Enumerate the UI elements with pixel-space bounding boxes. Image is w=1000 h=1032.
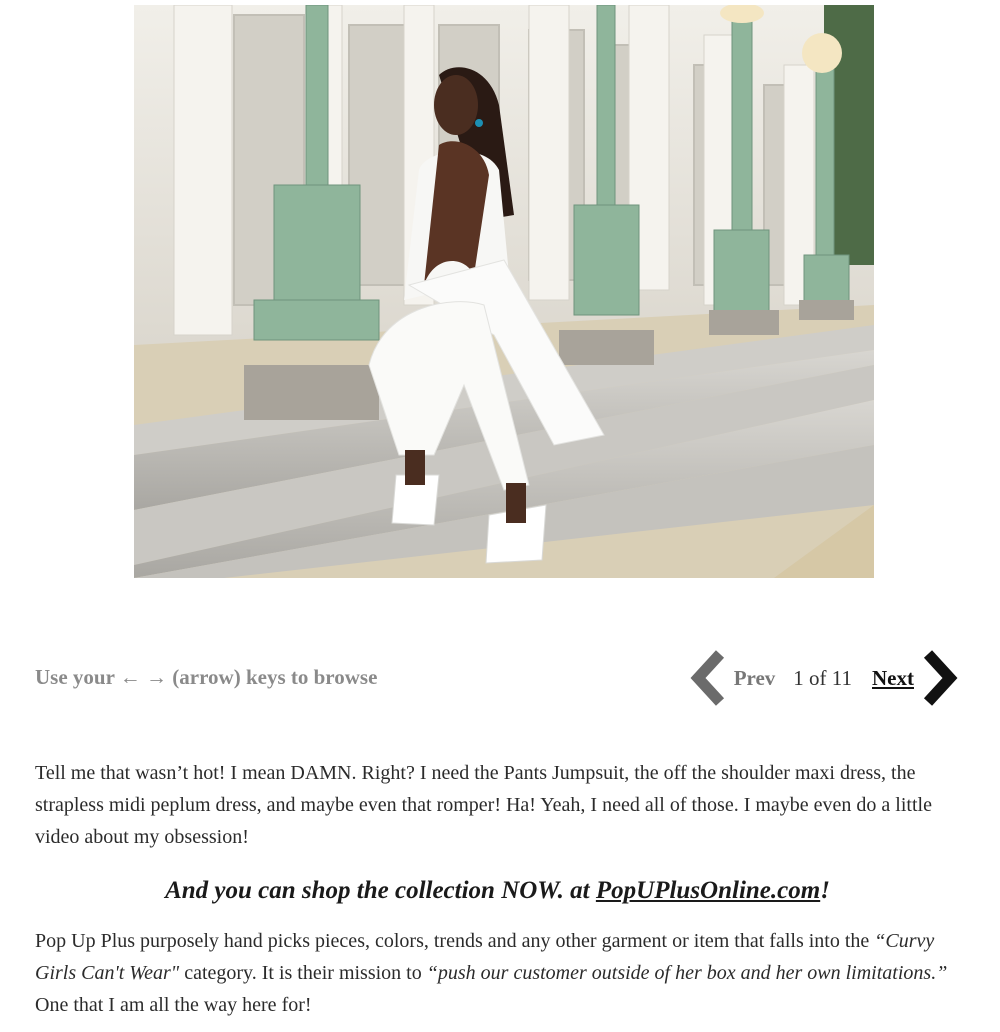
prev-label: Prev [733,665,776,690]
article-paragraph: Tell me that wasn’t hot! I mean DAMN. Ri… [35,762,932,848]
article-paragraph-2: Pop Up Plus purposely hand picks pieces,… [35,925,960,1021]
p2-text-1: Pop Up Plus purposely hand picks pieces,… [35,930,875,952]
browse-hint: Use your ← → (arrow) keys to browse [35,665,378,689]
headline-suffix: ! [820,877,830,904]
next-button[interactable]: Next [872,648,960,708]
next-label: Next [872,665,914,690]
chevron-right-icon [923,650,958,706]
fashion-photo [134,5,874,578]
shop-headline: And you can shop the collection NOW. at … [35,877,960,905]
page-counter: 1 of 11 [793,665,853,690]
shop-link[interactable]: PopUPlusOnline.com [596,877,820,904]
p2-text-2: category. It is their mission to [179,962,427,984]
prev-button[interactable]: Prev [688,648,794,708]
pager: Prev 1 of 11 Next [688,648,960,708]
headline-text: And you can shop the collection NOW. at [165,877,596,904]
p2-quote-2: “push our customer outside of her box an… [426,962,948,984]
gallery-navigation: Use your ← → (arrow) keys to browse Prev… [35,648,960,708]
p2-text-3: One that I am all the way here for! [35,994,312,1016]
chevron-left-icon [690,650,724,706]
